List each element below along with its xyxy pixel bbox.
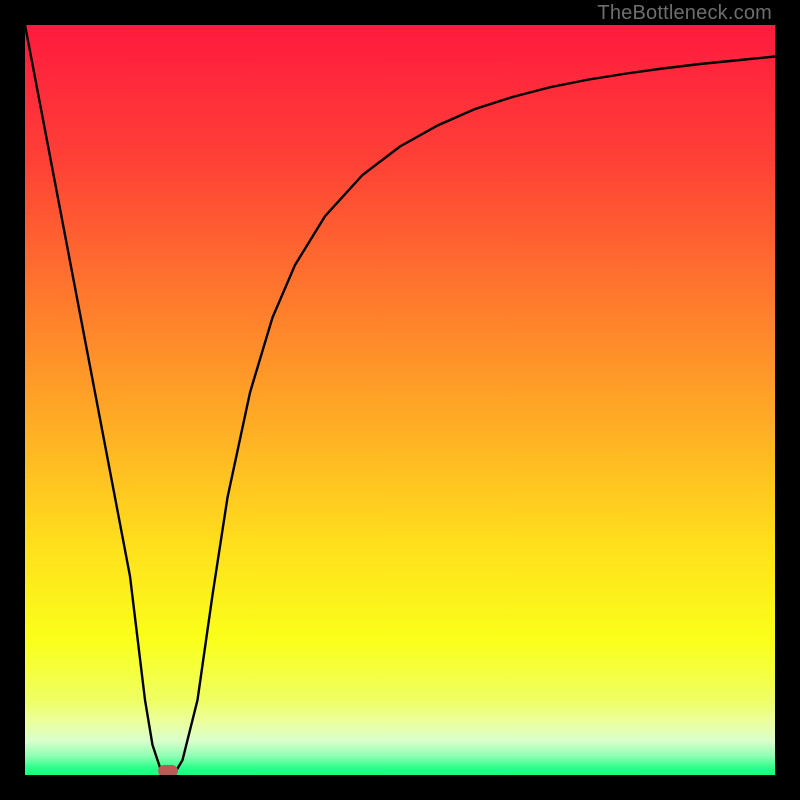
plot-area xyxy=(25,25,775,775)
bottleneck-curve xyxy=(25,25,775,773)
optimal-marker xyxy=(158,765,178,775)
watermark-text: TheBottleneck.com xyxy=(597,2,772,25)
chart-frame: TheBottleneck.com xyxy=(0,0,800,800)
curve-layer xyxy=(25,25,775,775)
